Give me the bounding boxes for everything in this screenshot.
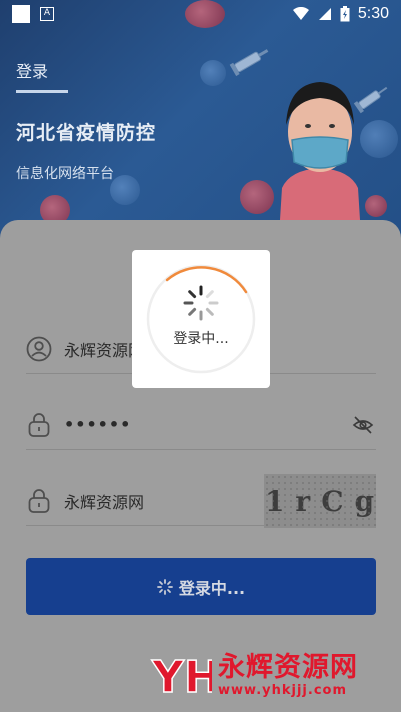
password-field[interactable]: •••••• — [26, 400, 376, 450]
watermark-url: www.yhkjjj.com — [218, 682, 348, 698]
virus-decoration — [240, 180, 274, 214]
small-spinner-icon — [156, 578, 173, 595]
notification-square-icon — [12, 5, 30, 23]
battery-charging-icon — [340, 6, 350, 22]
lock-icon — [28, 412, 50, 437]
captcha-noise — [264, 474, 376, 528]
loading-text: 登录中... — [173, 331, 229, 347]
svg-text:YH: YH — [151, 652, 212, 702]
loading-dialog: 登录中... — [132, 250, 270, 388]
lock-icon — [28, 488, 50, 513]
watermark-logo: YH — [150, 651, 212, 702]
status-time: 5:30 — [357, 5, 389, 22]
captcha-image[interactable]: 1 r C g — [264, 474, 376, 528]
virus-decoration — [110, 175, 140, 205]
syringe-icon — [229, 49, 269, 76]
login-button-label: 登录中... — [178, 578, 246, 598]
user-icon — [26, 336, 52, 361]
captcha-input[interactable]: 永辉资源网 — [64, 489, 144, 513]
watermark-title: 永辉资源网 — [218, 651, 358, 683]
login-button[interactable]: 登录中... — [26, 558, 376, 615]
font-a-icon: A — [40, 7, 54, 21]
eye-hidden-icon[interactable] — [352, 414, 374, 436]
title-underline — [16, 90, 68, 93]
password-input[interactable]: •••••• — [64, 415, 131, 434]
signal-icon — [318, 8, 331, 20]
virus-decoration — [200, 60, 226, 86]
doctor-mascot-illustration — [280, 82, 360, 220]
captcha-field[interactable]: 永辉资源网 1 r C g — [26, 474, 376, 528]
wifi-icon — [292, 7, 309, 20]
app-subtitle: 信息化网络平台 — [16, 166, 114, 182]
spinner-icon — [183, 285, 219, 321]
watermark: YH 永辉资源网 www.yhkjjj.com — [150, 648, 390, 702]
page-title: 登录 — [16, 62, 49, 81]
app-title: 河北省疫情防控 — [16, 122, 157, 144]
status-bar: A 5:30 — [0, 0, 401, 28]
